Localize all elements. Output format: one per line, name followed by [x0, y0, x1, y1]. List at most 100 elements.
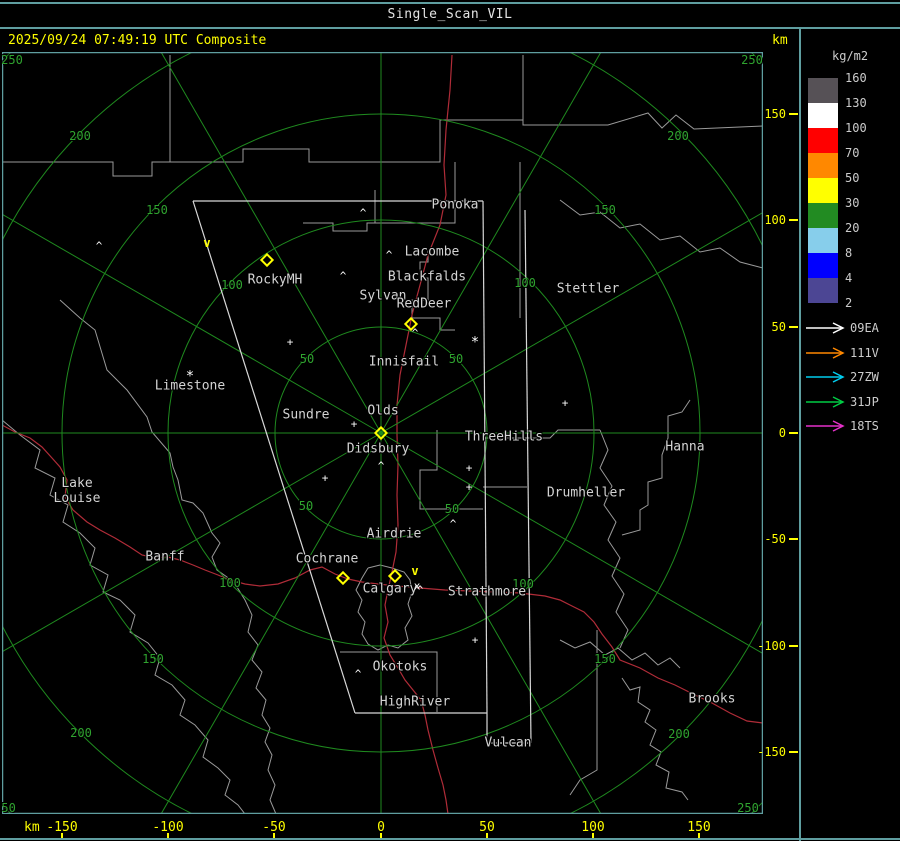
caret-marker: ^: [354, 667, 362, 681]
titlebar-bottom-border: [0, 27, 900, 29]
county-boundary-line: [522, 55, 763, 130]
track-legend-id-label: 111V: [850, 346, 879, 360]
track-legend-id-label: 27ZW: [850, 370, 879, 384]
city-label: Strathmore: [447, 584, 527, 600]
colorbar-threshold-label: 50: [845, 171, 860, 185]
city-label: Cochrane: [295, 551, 359, 567]
range-ring-label: 250: [2, 53, 23, 67]
county-boundary-line: [2, 419, 246, 814]
scan-timestamp: 2025/09/24 07:49:19 UTC Composite: [8, 33, 267, 48]
radar-app-window: Single_Scan_VIL 2025/09/24 07:49:19 UTC …: [0, 0, 900, 841]
track-legend-arrow-icon: [806, 322, 845, 334]
legend-divider: [799, 28, 801, 841]
range-ring-label: 150: [146, 203, 168, 217]
right-axis-tick-label: -50: [764, 532, 786, 546]
right-axis-tick-label: 100: [764, 213, 786, 227]
range-ring-label: 50: [448, 352, 464, 366]
scan-sector-outline: [482, 200, 488, 714]
county-boundary-line: [599, 429, 629, 649]
right-axis-tick: [789, 219, 798, 221]
window-title: Single_Scan_VIL: [387, 7, 513, 22]
city-label: Okotoks: [372, 659, 428, 675]
city-label: Brooks: [688, 691, 736, 707]
right-axis-tick: [789, 113, 798, 115]
caret-marker: ^: [377, 459, 385, 473]
city-label: RedDeer: [396, 296, 452, 312]
right-axis-tick-label: -150: [757, 745, 786, 759]
city-label: ThreeHills: [464, 429, 544, 445]
city-label: Blackfalds: [387, 269, 467, 285]
track-legend-arrow-icon: [806, 420, 845, 432]
plus-marker: +: [561, 396, 569, 410]
track-legend-id-label: 31JP: [850, 395, 879, 409]
track-legend-arrow-icon: [806, 396, 845, 408]
right-axis-tick: [789, 538, 798, 540]
city-label: Airdrie: [366, 526, 422, 542]
plus-marker: +: [465, 461, 473, 475]
titlebar-top-border: [0, 2, 900, 4]
range-ring-label: 100: [219, 576, 241, 590]
colorbar-unit-label: kg/m2: [832, 49, 869, 63]
caret-marker: ^: [339, 269, 347, 283]
star-marker: *: [470, 334, 480, 351]
right-axis-tick: [789, 645, 798, 647]
track-arrow-marker: v: [203, 236, 211, 250]
caret-marker: ^: [385, 248, 393, 262]
colorbar-swatch: [808, 253, 838, 278]
plus-marker: +: [471, 633, 479, 647]
x-marker: x: [413, 579, 421, 593]
track-legend-arrow-icon: [806, 371, 845, 383]
bottom-axis-unit-label: km: [24, 820, 40, 835]
range-ring-label: 50: [299, 352, 315, 366]
range-ring-label: 150: [142, 652, 164, 666]
bottom-border: [0, 838, 900, 840]
right-axis-tick: [789, 432, 798, 434]
track-legend-arrow-icon: [806, 347, 845, 359]
colorbar-threshold-label: 130: [845, 96, 867, 110]
caret-marker: ^: [95, 239, 103, 253]
range-ring-label: 50: [298, 499, 314, 513]
city-label: Innisfail: [368, 354, 440, 370]
caret-marker: ^: [411, 326, 419, 340]
colorbar-swatch: [808, 278, 838, 303]
plus-marker: +: [465, 480, 473, 494]
colorbar-swatch: [808, 228, 838, 253]
county-boundary-line: [559, 199, 763, 269]
right-axis-unit-label: km: [772, 33, 788, 48]
plus-marker: +: [286, 335, 294, 349]
azimuth-radial-line: [380, 432, 763, 655]
plus-marker: +: [321, 471, 329, 485]
range-ring-label: 250: [737, 801, 759, 814]
azimuth-radial-line: [380, 52, 602, 434]
city-label: Olds: [367, 403, 399, 419]
range-ring-label: 150: [594, 652, 616, 666]
colorbar-threshold-label: 30: [845, 196, 860, 210]
colorbar-threshold-label: 4: [845, 271, 853, 285]
colorbar-swatch: [808, 203, 838, 228]
range-ring-label: 100: [514, 276, 536, 290]
county-boundary-line: [621, 399, 691, 536]
range-ring-label: 200: [69, 129, 91, 143]
caret-marker: ^: [359, 206, 367, 220]
right-axis-tick-label: 150: [764, 107, 786, 121]
city-label: Banff: [145, 549, 185, 565]
colorbar-swatch: [808, 153, 838, 178]
colorbar-swatch: [808, 128, 838, 153]
range-ring-label: 250: [2, 801, 16, 814]
colorbar-swatch: [808, 178, 838, 203]
range-ring-label: 200: [668, 727, 690, 741]
radar-map-canvas[interactable]: 250 200 150 100 50 50 100 150 200 250 50 100 150 200 2…: [2, 52, 763, 814]
city-label: Ponoka: [431, 197, 479, 213]
track-legend-id-label: 09EA: [850, 321, 879, 335]
county-boundary-line: [303, 162, 456, 232]
county-boundary-line: [569, 630, 598, 796]
range-ring-label: 150: [594, 203, 616, 217]
city-label: HighRiver: [379, 694, 451, 710]
azimuth-radial-line: [160, 432, 382, 814]
city-label: Hanna: [665, 439, 705, 455]
colorbar-threshold-label: 20: [845, 221, 860, 235]
city-label: Didsbury: [346, 441, 410, 457]
right-axis-tick: [789, 751, 798, 753]
city-label: Stettler: [556, 281, 620, 297]
colorbar-swatch: [808, 103, 838, 128]
